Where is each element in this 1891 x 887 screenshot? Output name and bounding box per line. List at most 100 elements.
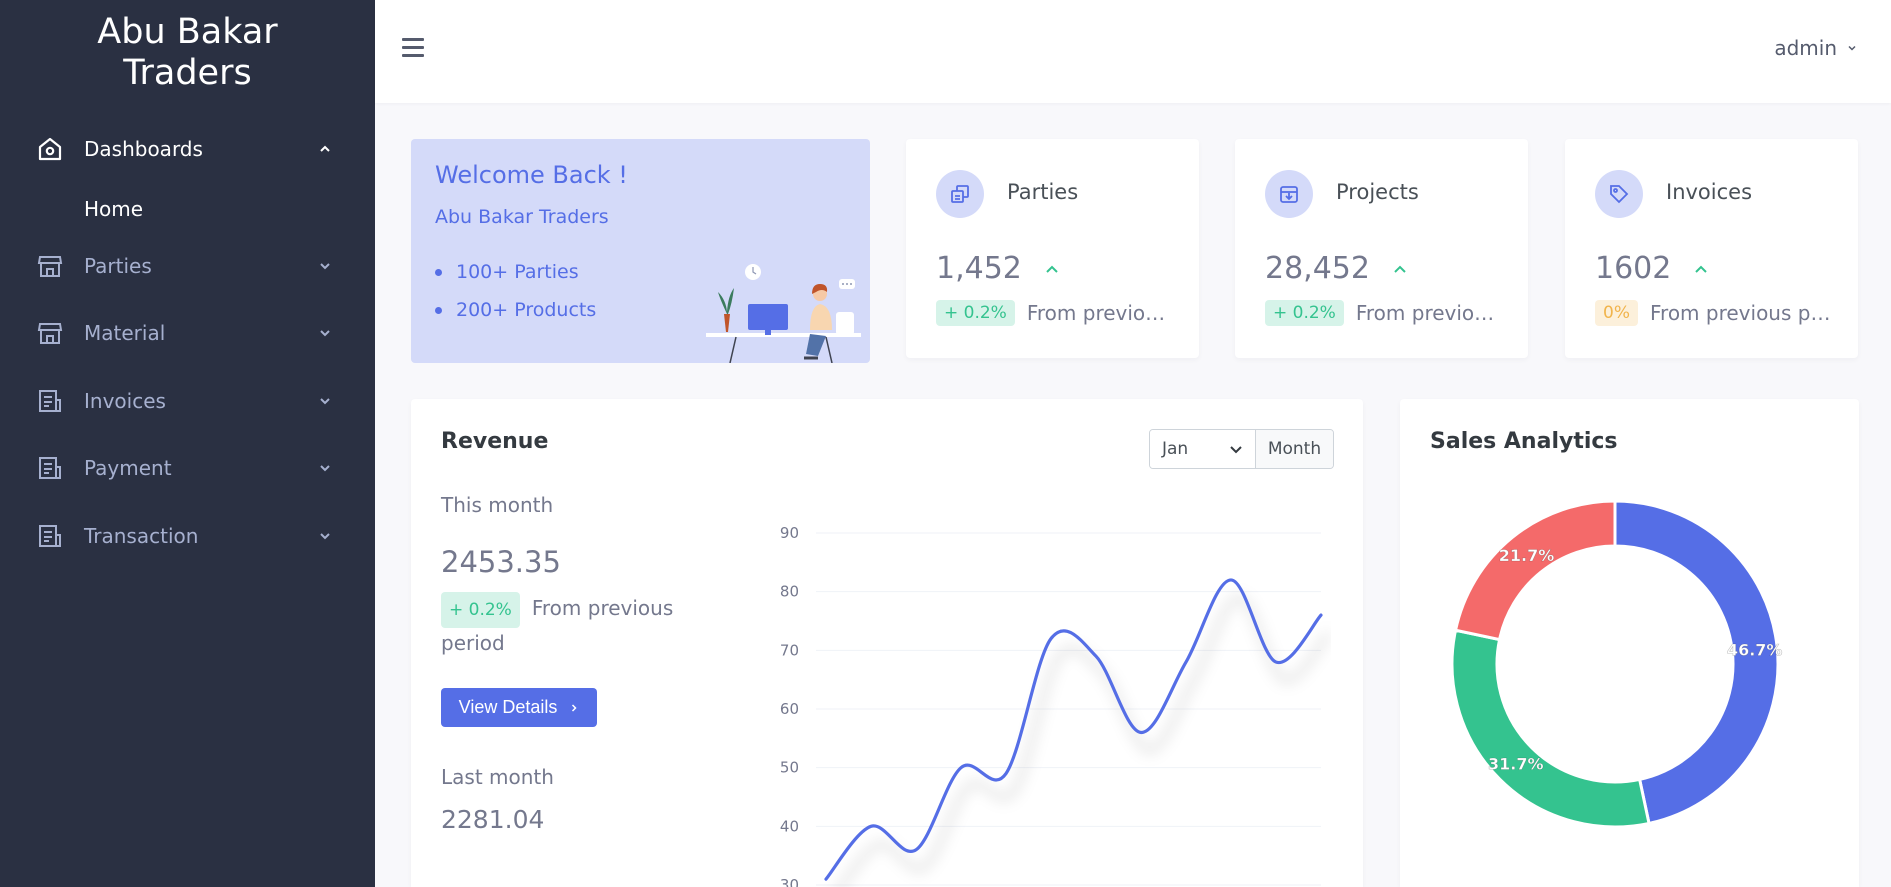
sidebar-item-invoices[interactable]: Invoices (36, 381, 346, 421)
chevron-down-icon (320, 533, 330, 540)
chevron-up-icon (1046, 265, 1058, 273)
sidebar-item-parties[interactable]: Parties (36, 246, 346, 286)
welcome-title: Welcome Back ! (435, 161, 628, 189)
welcome-bullet: 200+ Products (435, 299, 596, 321)
sidebar-item-label: Material (84, 321, 166, 345)
last-month-label: Last month (441, 765, 554, 789)
period-selector: Jan Month (1149, 429, 1334, 469)
stat-title: Projects (1336, 180, 1419, 204)
welcome-subtitle: Abu Bakar Traders (435, 206, 609, 228)
month-select-value: Jan (1162, 439, 1189, 459)
footnote-text: From previous period (1649, 301, 1835, 325)
welcome-list: 100+ Parties 200+ Products (435, 261, 596, 337)
y-tick-label: 50 (780, 759, 799, 777)
sidebar-item-label: Invoices (84, 389, 166, 413)
chevron-down-icon (320, 263, 330, 270)
sidebar-item-label: Transaction (84, 524, 199, 548)
change-badge: + 0.2% (441, 592, 520, 628)
chevron-right-icon (572, 703, 577, 712)
chevron-down-icon (1848, 45, 1856, 51)
menu-toggle-icon[interactable] (402, 38, 424, 58)
stat-card-parties: Parties 1,452 + 0.2% From previous perio… (906, 139, 1199, 358)
chevron-down-icon (320, 330, 330, 337)
stat-value-row: 1602 (1595, 251, 1709, 286)
chevron-down-icon (320, 465, 330, 472)
stat-title: Invoices (1666, 180, 1753, 204)
donut-slice-label: 46.7% (1727, 640, 1783, 659)
this-month-label: This month (441, 493, 554, 517)
view-details-label: View Details (458, 697, 558, 717)
change-badge: 0% (1595, 300, 1638, 326)
sales-donut-chart: 46.7% 31.7% 21.7% (1450, 499, 1783, 829)
footnote-text: From previous period (1026, 301, 1176, 325)
stat-value: 1,452 (936, 251, 1022, 286)
revenue-line-chart: 30 40 50 60 70 80 90 (780, 524, 1331, 887)
month-button[interactable]: Month (1256, 430, 1333, 468)
document-icon (36, 454, 64, 482)
chevron-down-icon (320, 398, 330, 405)
stat-title: Parties (1007, 180, 1079, 204)
sales-title: Sales Analytics (1430, 429, 1618, 454)
sales-analytics-card: Sales Analytics 46.7% 31.7% 21.7% (1400, 399, 1859, 887)
brand-line-1: Abu Bakar (97, 12, 278, 52)
donut-slice-label: 31.7% (1488, 754, 1544, 773)
stat-value: 1602 (1595, 251, 1672, 286)
y-tick-label: 30 (780, 876, 799, 887)
stat-footnote: + 0.2% From previous period (1265, 300, 1505, 326)
change-badge: + 0.2% (1265, 300, 1344, 326)
sidebar: Abu Bakar Traders Dashboards Home Partie… (0, 0, 375, 887)
donut-slice[interactable] (1453, 499, 1617, 642)
view-details-button[interactable]: View Details (441, 688, 597, 727)
tag-icon (1595, 170, 1643, 218)
revenue-card: Revenue Jan Month This month 2453.35 + 0… (411, 399, 1363, 887)
revenue-title: Revenue (441, 429, 549, 454)
topbar: admin (375, 0, 1891, 103)
stat-footnote: 0% From previous period (1595, 300, 1835, 326)
stat-footnote: + 0.2% From previous period (936, 300, 1176, 326)
document-icon (36, 387, 64, 415)
brand-title[interactable]: Abu Bakar Traders (0, 12, 375, 94)
donut-slice[interactable] (1450, 628, 1651, 829)
revenue-change: + 0.2% From previous period (441, 592, 681, 658)
donut-slice[interactable] (1613, 499, 1780, 826)
chevron-down-icon (1230, 446, 1242, 454)
stat-value-row: 1,452 (936, 251, 1060, 286)
sidebar-item-material[interactable]: Material (36, 313, 346, 353)
user-menu[interactable]: admin (1774, 36, 1857, 60)
y-tick-label: 90 (780, 524, 799, 542)
sidebar-item-transaction[interactable]: Transaction (36, 516, 346, 556)
stat-card-invoices: Invoices 1602 0% From previous period (1565, 139, 1858, 358)
donut-slice-label: 21.7% (1499, 546, 1555, 565)
store-icon (36, 252, 64, 280)
sidebar-item-label: Payment (84, 456, 172, 480)
welcome-card: Welcome Back ! Abu Bakar Traders 100+ Pa… (411, 139, 870, 363)
y-tick-label: 80 (780, 583, 799, 601)
revenue-line (824, 578, 1323, 881)
home-icon (36, 135, 64, 163)
this-month-value: 2453.35 (441, 545, 561, 579)
store-icon (36, 319, 64, 347)
sidebar-item-label: Parties (84, 254, 152, 278)
username: admin (1774, 36, 1837, 60)
sidebar-item-payment[interactable]: Payment (36, 448, 346, 488)
sidebar-item-label: Dashboards (84, 137, 203, 161)
archive-icon (1265, 170, 1313, 218)
brand-line-2: Traders (123, 53, 252, 93)
document-icon (36, 522, 64, 550)
sidebar-subitem-home[interactable]: Home (84, 197, 143, 221)
stat-value: 28,452 (1265, 251, 1370, 286)
y-tick-label: 70 (780, 641, 799, 659)
stat-value-row: 28,452 (1265, 251, 1408, 286)
stat-card-projects: Projects 28,452 + 0.2% From previous per… (1235, 139, 1528, 358)
welcome-bullet: 100+ Parties (435, 261, 596, 283)
office-illustration (706, 264, 861, 363)
month-select[interactable]: Jan (1150, 430, 1256, 468)
copy-icon (936, 170, 984, 218)
chevron-up-icon (1394, 265, 1406, 273)
y-tick-label: 40 (780, 817, 799, 835)
last-month-value: 2281.04 (441, 805, 545, 834)
sidebar-item-dashboards[interactable]: Dashboards (36, 129, 346, 169)
footnote-text: From previous period (1355, 301, 1505, 325)
chevron-up-icon (1695, 265, 1708, 273)
y-tick-label: 60 (780, 700, 799, 718)
